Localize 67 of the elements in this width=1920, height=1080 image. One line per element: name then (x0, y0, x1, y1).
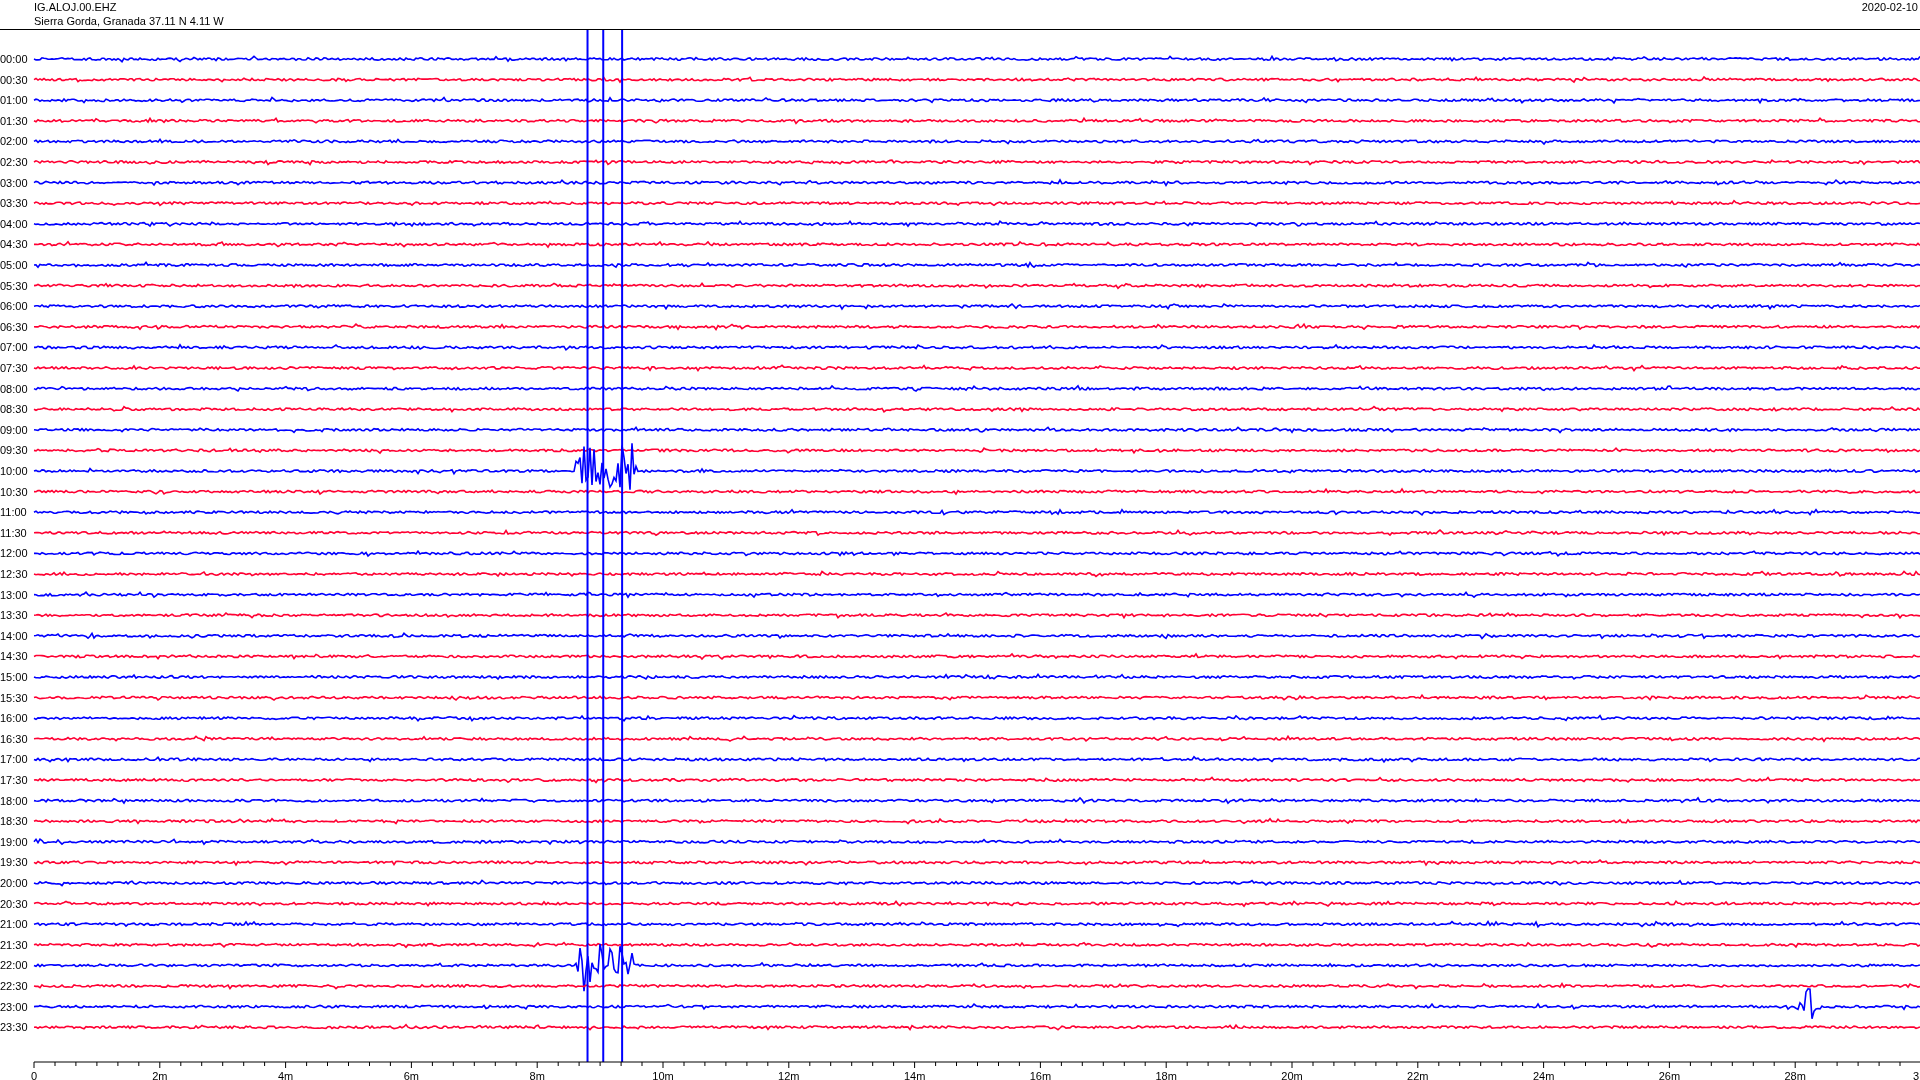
time-label: 16:00 (0, 712, 28, 725)
axis-label: 18m (1155, 1070, 1177, 1080)
time-label: 12:30 (0, 568, 28, 580)
time-label: 11:30 (0, 526, 27, 539)
time-label: 08:00 (0, 382, 28, 395)
time-label: 22:00 (0, 959, 28, 972)
axis-label: 26m (1658, 1070, 1681, 1080)
time-label: 07:30 (0, 362, 28, 374)
axis-label: 8m (529, 1070, 545, 1080)
time-label: 04:00 (0, 217, 28, 230)
time-label: 15:00 (0, 671, 28, 683)
time-label: 10:30 (0, 485, 28, 498)
axis-label: 22m (1407, 1070, 1429, 1080)
time-label: 20:30 (0, 897, 28, 910)
axis-label: 10m (652, 1070, 674, 1080)
station-location: Sierra Gorda, Granada 37.11 N 4.11 W (34, 14, 224, 28)
time-label: 04:30 (0, 238, 28, 251)
axis-label: 6m (403, 1070, 420, 1080)
time-label: 00:00 (0, 53, 28, 65)
time-label: 00:30 (0, 73, 28, 86)
time-label: 19:00 (0, 835, 28, 848)
time-label: 01:00 (0, 94, 28, 107)
time-label: 22:30 (0, 980, 28, 992)
time-label: 17:30 (0, 774, 28, 786)
time-label: 02:00 (0, 135, 28, 148)
time-label: 09:00 (0, 423, 28, 436)
axis-label: 4m (277, 1070, 294, 1080)
time-label: 14:00 (0, 629, 28, 642)
date-label: 2020-02-10 (1861, 0, 1918, 14)
time-label: 03:30 (0, 197, 28, 210)
time-label: 23:00 (0, 1000, 28, 1013)
time-label: 14:30 (0, 650, 28, 663)
time-label: 20:00 (0, 877, 28, 889)
time-label: 09:30 (0, 444, 28, 457)
time-label: 18:30 (0, 815, 28, 828)
time-label: 06:30 (0, 320, 28, 333)
time-label: 11:00 (0, 506, 27, 519)
time-label: 19:30 (0, 856, 28, 869)
time-label: 21:30 (0, 938, 28, 951)
time-label: 02:30 (0, 156, 28, 168)
time-label: 10:00 (0, 465, 28, 477)
time-label: 18:00 (0, 794, 28, 807)
axis-label: 0 (30, 1070, 38, 1080)
axis-label: 20m (1281, 1070, 1303, 1080)
time-label: 13:00 (0, 588, 28, 601)
time-label: 01:30 (0, 114, 28, 127)
time-label: 07:00 (0, 341, 28, 354)
axis-label: 12m (778, 1070, 800, 1080)
time-label: 17:00 (0, 753, 28, 766)
time-label: 23:30 (0, 1021, 28, 1034)
time-label: 21:00 (0, 918, 28, 931)
time-label: 12:00 (0, 547, 28, 560)
time-label: 06:00 (0, 300, 28, 313)
axis-label: 2m (152, 1070, 168, 1080)
time-label: 03:00 (0, 176, 28, 189)
time-label: 08:30 (0, 403, 28, 416)
station-code: IG.ALOJ.00.EHZ (34, 0, 118, 14)
axis-label: 3 (1912, 1070, 1919, 1080)
time-label: 05:30 (0, 279, 28, 292)
axis-label: 28m (1784, 1070, 1806, 1080)
time-label: 05:00 (0, 259, 28, 271)
axis-label: 16m (1029, 1070, 1052, 1080)
time-label: 13:30 (0, 609, 28, 622)
time-label: 15:30 (0, 691, 28, 704)
axis-label: 14m (903, 1070, 926, 1080)
time-label: 16:30 (0, 732, 28, 745)
axis-label: 24m (1532, 1070, 1555, 1080)
